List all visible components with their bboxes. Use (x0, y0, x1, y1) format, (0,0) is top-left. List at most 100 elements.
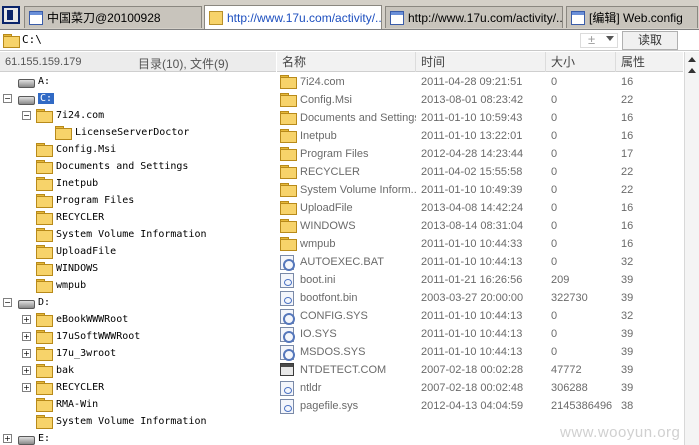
column-header-time[interactable]: 时间 (416, 52, 546, 72)
cell-time: 2013-08-01 08:23:42 (421, 94, 524, 106)
table-row[interactable]: CONFIG.SYS 2011-01-10 10:44:13 0 32 (277, 307, 683, 325)
cell-attr: 39 (621, 328, 634, 340)
scroll-up-icon[interactable] (688, 68, 696, 73)
cell-size: 47772 (551, 364, 582, 376)
tree-node-folder[interactable]: Documents and Settings (36, 158, 188, 175)
tab-label: http://www.17u.com/activity/... (227, 10, 382, 25)
column-header-name[interactable]: 名称 (277, 52, 416, 72)
cell-size: 209 (551, 274, 570, 286)
tree-toggle[interactable]: − (3, 94, 12, 103)
table-row[interactable]: Documents and Settings 2011-01-10 10:59:4… (277, 109, 683, 127)
table-row[interactable]: System Volume Inform... 2011-01-10 10:49:… (277, 181, 683, 199)
table-row[interactable]: Inetpub 2011-01-10 13:22:01 0 16 (277, 127, 683, 145)
table-row[interactable]: Config.Msi 2013-08-01 08:23:42 0 22 (277, 91, 683, 109)
tree-node-drive[interactable]: E: (18, 430, 50, 445)
plus-minus-icon[interactable]: ± (588, 32, 595, 47)
cell-name: Program Files (300, 148, 369, 160)
tree-node-folder[interactable]: Program Files (36, 192, 134, 209)
system-file-icon (280, 327, 295, 343)
cell-size: 0 (551, 220, 558, 232)
table-row[interactable]: UploadFile 2013-04-08 14:42:24 0 16 (277, 199, 683, 217)
tree-node-folder[interactable]: 17uSoftWWWRoot (36, 328, 140, 345)
table-row[interactable]: bootfont.bin 2003-03-27 20:00:00 322730 39 (277, 289, 683, 307)
cell-name: UploadFile (300, 202, 353, 214)
tab-label: 中国菜刀@20100928 (47, 11, 161, 25)
tree-node-folder[interactable]: LicenseServerDoctor (55, 124, 189, 141)
left-panel-header: 61.155.159.179 目录(10), 文件(9) (0, 52, 276, 72)
tree-node-folder[interactable]: bak (36, 362, 74, 379)
table-row[interactable]: WINDOWS 2013-08-14 08:31:04 0 16 (277, 217, 683, 235)
path-input[interactable]: C:\ (22, 33, 42, 46)
tree-node-folder[interactable]: Config.Msi (36, 141, 116, 158)
tree-node-drive[interactable]: A: (18, 73, 50, 90)
tab-file-manager[interactable]: http://www.17u.com/activity/... (204, 5, 382, 29)
cell-name: NTDETECT.COM (300, 364, 387, 376)
table-row[interactable]: boot.ini 2011-01-21 16:26:56 209 39 (277, 271, 683, 289)
row-icon (280, 309, 295, 325)
tree-node-folder[interactable]: 7i24.com (36, 107, 104, 124)
row-icon (280, 291, 294, 306)
tree-node-folder[interactable]: wmpub (36, 277, 86, 294)
tree-node-folder[interactable]: eBookWWWRoot (36, 311, 128, 328)
table-row[interactable]: NTDETECT.COM 2007-02-18 00:02:28 47772 39 (277, 361, 683, 379)
row-icon (280, 129, 297, 143)
folder-icon (36, 262, 53, 276)
folder-icon (280, 165, 297, 179)
app-window-icon[interactable] (2, 6, 20, 24)
tree-node-folder[interactable]: 17u_3wroot (36, 345, 116, 362)
tree-toggle[interactable]: + (22, 315, 31, 324)
cell-attr: 16 (621, 112, 634, 124)
tree-toggle[interactable]: − (3, 298, 12, 307)
table-row[interactable]: 7i24.com 2011-04-28 09:21:51 0 16 (277, 73, 683, 91)
dir-file-counts: 目录(10), 文件(9) (138, 57, 229, 71)
tree-toggle[interactable]: + (22, 332, 31, 341)
tab-bar: 中国菜刀@20100928 http://www.17u.com/activit… (0, 0, 699, 30)
column-header-size[interactable]: 大小 (546, 52, 616, 72)
cell-attr: 39 (621, 346, 634, 358)
tree-toggle[interactable]: + (22, 383, 31, 392)
cell-name: 7i24.com (300, 76, 345, 88)
tree-toggle[interactable]: + (3, 434, 12, 443)
table-row[interactable]: RECYCLER 2011-04-02 15:55:58 0 22 (277, 163, 683, 181)
vertical-scrollbar[interactable] (684, 52, 699, 445)
cell-time: 2011-01-10 10:44:13 (421, 256, 523, 268)
tree-node-folder[interactable]: Inetpub (36, 175, 98, 192)
tab-edit-webconfig[interactable]: [编辑] Web.config (566, 6, 698, 28)
row-icon (280, 219, 297, 233)
row-icon (280, 345, 295, 361)
tree-node-folder[interactable]: System Volume Information (36, 413, 207, 430)
tree-node-folder[interactable]: RECYCLER (36, 209, 104, 226)
table-row[interactable]: pagefile.sys 2012-04-13 04:04:59 214538649… (277, 397, 683, 415)
tree-node-drive[interactable]: C: (18, 90, 55, 107)
table-row[interactable]: Program Files 2012-04-28 14:23:44 0 17 (277, 145, 683, 163)
tree-toggle[interactable]: + (22, 349, 31, 358)
column-header-attr[interactable]: 属性 (616, 52, 683, 72)
cell-size: 0 (551, 310, 558, 322)
tree-toggle[interactable]: + (22, 366, 31, 375)
folder-icon (280, 183, 297, 197)
read-button[interactable]: 读取 (622, 31, 678, 50)
tab-url-2[interactable]: http://www.17u.com/activity/... (385, 6, 563, 28)
table-row[interactable]: wmpub 2011-01-10 10:44:33 0 16 (277, 235, 683, 253)
folder-icon (36, 398, 53, 412)
cell-name: WINDOWS (300, 220, 356, 232)
tree-node-folder[interactable]: RMA-Win (36, 396, 98, 413)
cell-time: 2007-02-18 00:02:28 (421, 364, 524, 376)
tree-node-folder[interactable]: RECYCLER (36, 379, 104, 396)
folder-icon (55, 126, 72, 140)
table-row[interactable]: AUTOEXEC.BAT 2011-01-10 10:44:13 0 32 (277, 253, 683, 271)
tree-toggle[interactable]: − (22, 111, 31, 120)
tree-node-folder[interactable]: WINDOWS (36, 260, 98, 277)
scroll-up-icon[interactable] (688, 57, 696, 62)
tree-node-folder[interactable]: UploadFile (36, 243, 116, 260)
tree-node-folder[interactable]: System Volume Information (36, 226, 207, 243)
file-icon (280, 399, 294, 414)
tab-chopper-main[interactable]: 中国菜刀@20100928 (24, 6, 202, 28)
cell-time: 2012-04-28 14:23:44 (421, 148, 524, 160)
chevron-down-icon[interactable] (606, 36, 614, 41)
table-row[interactable]: IO.SYS 2011-01-10 10:44:13 0 39 (277, 325, 683, 343)
system-file-icon (280, 309, 295, 325)
table-row[interactable]: MSDOS.SYS 2011-01-10 10:44:13 0 39 (277, 343, 683, 361)
table-row[interactable]: ntldr 2007-02-18 00:02:48 306288 39 (277, 379, 683, 397)
tree-node-drive[interactable]: D: (18, 294, 50, 311)
